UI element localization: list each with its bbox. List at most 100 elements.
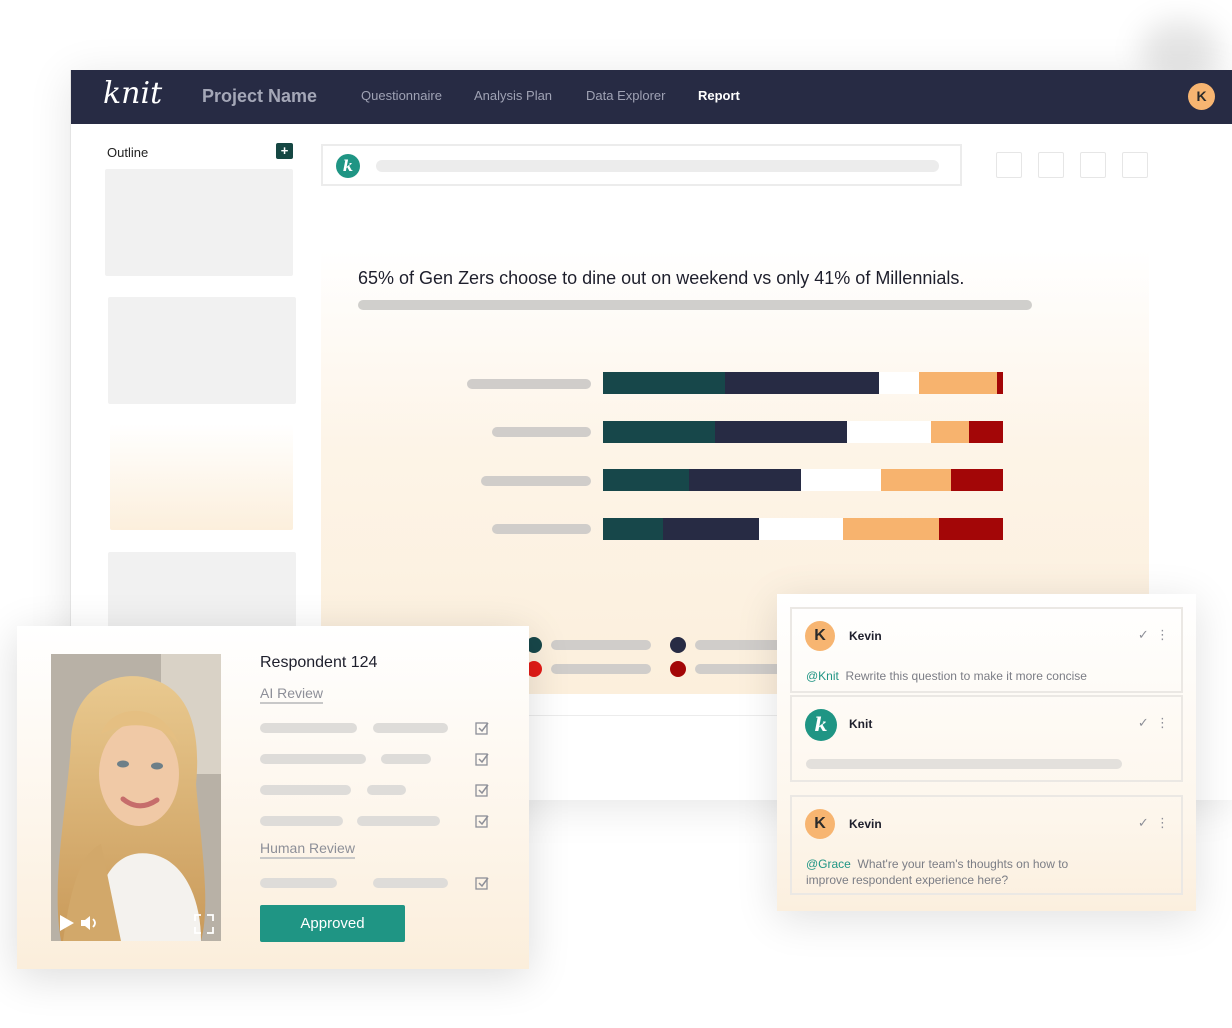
comment-author: Kevin bbox=[849, 817, 882, 831]
respondent-video[interactable] bbox=[51, 654, 221, 941]
play-icon[interactable] bbox=[57, 913, 77, 933]
review-line bbox=[381, 754, 431, 764]
review-line bbox=[260, 723, 357, 733]
toolbar-button-2[interactable] bbox=[1038, 152, 1064, 178]
bar-segment bbox=[931, 421, 969, 443]
respondent-title: Respondent 124 bbox=[260, 654, 378, 671]
volume-icon[interactable] bbox=[79, 913, 99, 933]
checkbox-checked-icon[interactable] bbox=[475, 814, 489, 828]
add-outline-button[interactable]: + bbox=[276, 143, 293, 159]
comment-avatar: K bbox=[805, 809, 835, 839]
review-line bbox=[260, 878, 337, 888]
comment-body: @Grace What're your team's thoughts on h… bbox=[806, 856, 1106, 888]
comment-actions: ✓ ⋮ bbox=[1138, 627, 1169, 643]
respondent-card: Respondent 124 AI Review Human Review Ap… bbox=[17, 626, 529, 969]
bar-segment bbox=[939, 518, 1003, 540]
knit-assistant-icon: k bbox=[336, 154, 360, 178]
legend-label-4 bbox=[551, 664, 651, 674]
review-line bbox=[260, 754, 366, 764]
review-line bbox=[260, 785, 351, 795]
nav-report[interactable]: Report bbox=[698, 88, 740, 103]
bar-row-4 bbox=[603, 518, 1003, 540]
legend-dot-5 bbox=[670, 661, 686, 677]
bar-segment bbox=[603, 469, 689, 491]
prompt-placeholder bbox=[376, 160, 939, 172]
approved-button[interactable]: Approved bbox=[260, 905, 405, 942]
comment-text: Rewrite this question to make it more co… bbox=[845, 669, 1087, 683]
resolve-check-icon[interactable]: ✓ bbox=[1138, 627, 1149, 642]
top-navbar: knit Project Name Questionnaire Analysis… bbox=[71, 70, 1232, 124]
review-line bbox=[373, 723, 448, 733]
bar-segment bbox=[715, 421, 847, 443]
ai-review-tab[interactable]: AI Review bbox=[260, 685, 324, 704]
checkbox-checked-icon[interactable] bbox=[475, 783, 489, 797]
comment-card[interactable]: K Kevin ✓ ⋮ @Knit Rewrite this question … bbox=[790, 607, 1183, 693]
comment-card[interactable]: K Kevin ✓ ⋮ @Grace What're your team's t… bbox=[790, 795, 1183, 895]
checkbox-checked-icon[interactable] bbox=[475, 876, 489, 890]
bar-segment bbox=[969, 421, 1003, 443]
project-name[interactable]: Project Name bbox=[202, 86, 317, 107]
outline-thumbnail-4[interactable] bbox=[108, 552, 296, 632]
subtitle-placeholder bbox=[358, 300, 1032, 310]
comment-mention[interactable]: @Grace bbox=[806, 857, 851, 871]
bar-segment bbox=[881, 469, 951, 491]
bar-segment bbox=[879, 372, 919, 394]
comment-actions: ✓ ⋮ bbox=[1138, 715, 1169, 731]
legend-dot-2 bbox=[670, 637, 686, 653]
outline-thumbnail-1[interactable] bbox=[105, 169, 293, 276]
bar-segment bbox=[843, 518, 939, 540]
checkbox-checked-icon[interactable] bbox=[475, 752, 489, 766]
nav-data-explorer[interactable]: Data Explorer bbox=[586, 88, 665, 103]
comment-mention[interactable]: @Knit bbox=[806, 669, 839, 683]
human-review-tab[interactable]: Human Review bbox=[260, 840, 355, 859]
review-line bbox=[260, 816, 343, 826]
bar-segment bbox=[603, 372, 725, 394]
bar-segment bbox=[725, 372, 879, 394]
nav-questionnaire[interactable]: Questionnaire bbox=[361, 88, 442, 103]
checkbox-checked-icon[interactable] bbox=[475, 721, 489, 735]
nav-analysis-plan[interactable]: Analysis Plan bbox=[474, 88, 552, 103]
comment-author: Kevin bbox=[849, 629, 882, 643]
chart-title: 65% of Gen Zers choose to dine out on we… bbox=[358, 268, 965, 288]
bar-row-3 bbox=[603, 469, 1003, 491]
bar-row-2 bbox=[603, 421, 1003, 443]
comments-panel: K Kevin ✓ ⋮ @Knit Rewrite this question … bbox=[777, 594, 1196, 911]
review-line bbox=[373, 878, 448, 888]
bar-segment bbox=[919, 372, 997, 394]
category-label-1 bbox=[467, 379, 591, 389]
category-label-2 bbox=[492, 427, 591, 437]
resolve-check-icon[interactable]: ✓ bbox=[1138, 715, 1149, 730]
resolve-check-icon[interactable]: ✓ bbox=[1138, 815, 1149, 830]
more-options-icon[interactable]: ⋮ bbox=[1156, 815, 1169, 830]
bar-segment bbox=[663, 518, 759, 540]
bar-segment bbox=[603, 421, 715, 443]
review-line bbox=[367, 785, 406, 795]
outline-thumbnail-3[interactable] bbox=[110, 424, 293, 530]
toolbar-button-4[interactable] bbox=[1122, 152, 1148, 178]
more-options-icon[interactable]: ⋮ bbox=[1156, 715, 1169, 730]
more-options-icon[interactable]: ⋮ bbox=[1156, 627, 1169, 642]
prompt-bar[interactable]: k bbox=[321, 144, 962, 186]
bar-segment bbox=[603, 518, 663, 540]
review-line bbox=[357, 816, 440, 826]
legend-label-1 bbox=[551, 640, 651, 650]
user-avatar[interactable]: K bbox=[1188, 83, 1215, 110]
knit-logo[interactable]: knit bbox=[103, 76, 162, 111]
comment-avatar: K bbox=[805, 621, 835, 651]
plus-icon: + bbox=[280, 143, 289, 158]
toolbar-button-3[interactable] bbox=[1080, 152, 1106, 178]
bar-segment bbox=[759, 518, 843, 540]
comment-card[interactable]: k Knit ✓ ⋮ bbox=[790, 695, 1183, 782]
comment-author: Knit bbox=[849, 717, 873, 731]
comment-actions: ✓ ⋮ bbox=[1138, 815, 1169, 831]
toolbar-button-1[interactable] bbox=[996, 152, 1022, 178]
outline-thumbnail-2[interactable] bbox=[108, 297, 296, 404]
comment-placeholder bbox=[806, 759, 1122, 769]
respondent-portrait bbox=[51, 654, 221, 941]
outline-label: Outline bbox=[107, 145, 149, 160]
bar-segment bbox=[847, 421, 931, 443]
bar-segment bbox=[997, 372, 1003, 394]
bar-segment bbox=[951, 469, 1003, 491]
expand-icon[interactable] bbox=[193, 913, 215, 935]
bar-segment bbox=[689, 469, 801, 491]
